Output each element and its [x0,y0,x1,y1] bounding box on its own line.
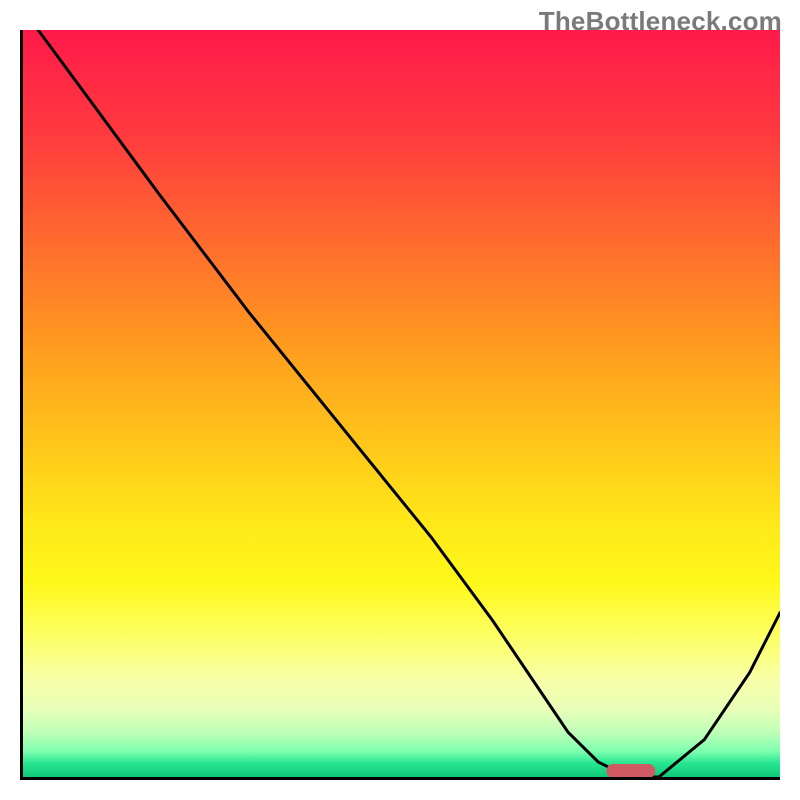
bottleneck-chart: TheBottleneck.com [0,0,800,800]
curve-svg [23,30,780,777]
optimal-marker [606,764,655,778]
bottleneck-curve-path [38,30,780,777]
plot-area [20,30,780,780]
watermark-text: TheBottleneck.com [539,6,782,37]
